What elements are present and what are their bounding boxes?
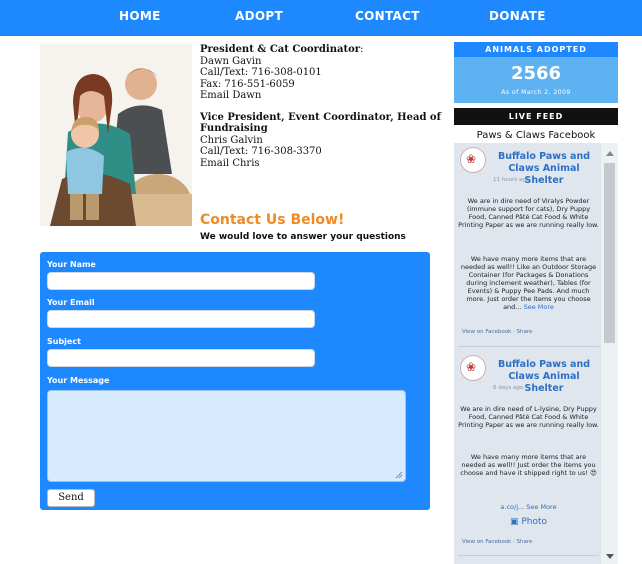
post-text: We are in dire need of Viralys Powder (i… — [458, 197, 599, 229]
president-phone: Call/Text: 716-308-0101 — [200, 67, 322, 78]
post-divider — [458, 555, 599, 556]
see-more-link[interactable]: See More — [524, 303, 554, 311]
subject-input[interactable] — [47, 349, 315, 367]
shelter-avatar[interactable]: ❀ — [460, 355, 486, 381]
scroll-down-arrow-icon[interactable] — [606, 554, 614, 559]
post-text-second: We have many more items that are needed … — [460, 453, 597, 477]
animals-adopted-count: 2566 — [510, 63, 562, 84]
family-photo-illustration — [40, 44, 192, 226]
president-name: Dawn Gavin — [200, 55, 262, 67]
message-label: Your Message — [47, 376, 110, 385]
photo-label: Photo — [521, 517, 548, 527]
post-footer-links[interactable]: View on Facebook · Share — [462, 539, 532, 545]
post-divider — [458, 346, 599, 347]
email-input[interactable] — [47, 310, 315, 328]
post-text-more: We have many more items that are needed … — [458, 255, 599, 311]
animals-adopted-date: As of March 2, 2009 — [501, 89, 571, 96]
facebook-feed-title: Paws & Claws Facebook — [476, 130, 596, 141]
president-title-colon: : — [360, 44, 364, 55]
scroll-thumb[interactable] — [604, 163, 615, 343]
photo-icon: ▣ — [509, 517, 519, 527]
nav-home-link[interactable]: HOME — [119, 9, 161, 23]
nav-contact-link[interactable]: CONTACT — [355, 9, 420, 23]
post-footer-links[interactable]: View on Facebook · Share — [462, 329, 532, 335]
contact-info-block: President & Cat Coordinator: Dawn Gavin … — [200, 44, 445, 169]
nav-donate-link[interactable]: DONATE — [489, 9, 546, 23]
vp-phone: Call/Text: 716-308-3370 — [200, 146, 322, 157]
president-title: President & Cat Coordinator — [200, 44, 361, 55]
facebook-feed: ❀ Buffalo Paws and Claws Animal Shelter … — [454, 143, 618, 564]
cat-logo-icon: ❀ — [466, 360, 477, 374]
president-fax: Fax: 716-551-6059 — [200, 78, 295, 90]
live-feed-header: LIVE FEED — [454, 108, 618, 125]
photo-attachment[interactable]: ▣ Photo — [458, 517, 599, 528]
post-link[interactable]: a.co/j... — [500, 503, 524, 511]
see-more-link[interactable]: See More — [526, 503, 556, 511]
post-time: 6 days ago — [493, 385, 524, 391]
top-nav-bar: HOME ADOPT CONTACT DONATE — [0, 0, 642, 36]
vp-title: Vice President, Event Coordinator, Head … — [200, 111, 441, 135]
subject-label: Subject — [47, 337, 81, 346]
cat-logo-icon: ❀ — [466, 152, 477, 166]
vp-name: Chris Galvin — [200, 134, 263, 146]
contact-heading: Contact Us Below! — [200, 212, 345, 228]
name-input[interactable] — [47, 272, 315, 290]
vp-email-link[interactable]: Email Chris — [200, 158, 445, 170]
contact-form: Your Name Your Email Subject Your Messag… — [40, 252, 430, 510]
post-link-line: a.co/j... See More — [458, 503, 599, 511]
name-label: Your Name — [47, 260, 96, 269]
message-textarea[interactable] — [47, 390, 406, 482]
post-text: We are in dire need of L-lysine, Dry Pup… — [458, 405, 599, 429]
resize-handle-icon[interactable] — [395, 471, 403, 479]
email-label: Your Email — [47, 298, 95, 307]
contact-subheading: We would love to answer your questions — [200, 232, 406, 242]
president-email-link[interactable]: Email Dawn — [200, 90, 445, 102]
nav-adopt-link[interactable]: ADOPT — [235, 9, 283, 23]
family-photo — [40, 44, 192, 226]
post-time: 11 hours ago — [493, 177, 530, 183]
animals-adopted-header: ANIMALS ADOPTED — [454, 42, 618, 57]
send-button[interactable]: Send — [47, 489, 95, 507]
scroll-up-arrow-icon[interactable] — [606, 151, 614, 156]
animals-adopted-widget: ANIMALS ADOPTED 2566 As of March 2, 2009 — [454, 42, 618, 103]
shelter-avatar[interactable]: ❀ — [460, 147, 486, 173]
feed-scrollbar[interactable] — [601, 143, 618, 564]
